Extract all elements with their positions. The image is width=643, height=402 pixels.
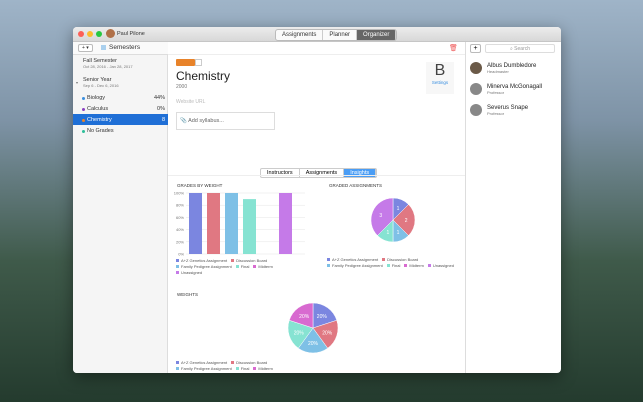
- slice-label: 20%: [322, 331, 333, 337]
- disclosure-icon[interactable]: ▾: [76, 80, 78, 85]
- insights-charts: 100%80%60%40%20%0%1211320%20%20%20%20%: [174, 191, 416, 354]
- y-tick-label: 100%: [174, 191, 185, 196]
- legend-item: Midterm: [253, 264, 273, 269]
- legend-item: Final: [235, 366, 249, 371]
- y-tick-label: 80%: [176, 203, 184, 208]
- y-tick-label: 40%: [176, 227, 184, 232]
- title-bar: Paul Pilone Assignments Planner Organize…: [73, 27, 561, 42]
- slice-label: 1: [387, 230, 390, 236]
- legend-item: Family Pedigree Assignment: [176, 264, 232, 269]
- slice-label: 20%: [294, 331, 305, 337]
- course-color-dot: [82, 118, 85, 122]
- instructor-item[interactable]: Albus Dumbledore Headmaster: [470, 60, 536, 76]
- user-avatar[interactable]: [106, 29, 115, 38]
- bar[interactable]: [225, 193, 238, 254]
- course-grade: 8: [161, 117, 165, 123]
- course-name: Biology: [87, 95, 106, 101]
- view-switcher: Assignments Planner Organizer: [275, 29, 398, 41]
- course-item[interactable]: No Grades: [73, 125, 168, 136]
- instructor-role: Professor: [487, 110, 505, 116]
- course-name: Chemistry: [87, 117, 112, 123]
- sidebar: + ▾ Semesters Fall Semester Oct 28, 2016 …: [73, 42, 168, 373]
- instructor-name: Minerva McGonagall: [487, 83, 543, 90]
- add-menu-button[interactable]: + ▾: [78, 44, 93, 52]
- slice-label: 20%: [308, 341, 319, 347]
- course-item[interactable]: Chemistry 8: [73, 114, 168, 125]
- instructor-item[interactable]: Minerva McGonagall Professor: [470, 81, 542, 97]
- bar[interactable]: [189, 193, 202, 254]
- slice-label: 1: [397, 230, 400, 236]
- course-grade: 0%: [157, 106, 165, 112]
- user-name: Paul Pilone: [117, 31, 145, 37]
- search-input[interactable]: ⌕ Search: [485, 44, 555, 53]
- tab-planner[interactable]: Planner: [323, 30, 358, 40]
- course-item[interactable]: Calculus 0%: [73, 103, 168, 114]
- legend-item: A+Z Genetics Assignment: [176, 258, 227, 263]
- legend-item: Family Pedigree Assignment: [327, 263, 383, 268]
- tab-organizer[interactable]: Organizer: [357, 30, 397, 40]
- legend-item: Discussion Board: [231, 258, 267, 263]
- legend-item: Final: [386, 263, 400, 268]
- folder-icon: [101, 45, 106, 50]
- app-window: Paul Pilone Assignments Planner Organize…: [73, 27, 561, 373]
- y-tick-label: 0%: [178, 252, 184, 257]
- course-detail: 🗑 Chemistry 2000 Website URL 📎 Add sylla…: [168, 42, 465, 373]
- bar[interactable]: [279, 193, 292, 254]
- semester-senior[interactable]: Senior Year Sep 6 - Dec 6, 2016: [83, 77, 119, 88]
- tab-assignments[interactable]: Assignments: [276, 30, 324, 40]
- search-placeholder: Search: [514, 46, 531, 52]
- legend-item: Discussion Board: [382, 257, 418, 262]
- avatar: [470, 83, 482, 95]
- instructor-role: Headmaster: [487, 68, 509, 74]
- legend-item: Midterm: [253, 366, 273, 371]
- zoom-button[interactable]: [96, 31, 102, 37]
- add-instructor-button[interactable]: +: [470, 44, 481, 53]
- avatar: [470, 62, 482, 74]
- legend-item: Unassigned: [427, 263, 454, 268]
- minimize-button[interactable]: [87, 31, 93, 37]
- legend-item: Discussion Board: [231, 360, 267, 365]
- legend-item: Midterm: [404, 263, 424, 268]
- y-tick-label: 20%: [176, 239, 184, 244]
- slice-label: 20%: [317, 314, 328, 320]
- legend-item: Unassigned: [176, 270, 202, 275]
- sidebar-header: Semesters: [109, 44, 141, 51]
- bar[interactable]: [243, 199, 256, 254]
- course-color-dot: [82, 107, 85, 111]
- slice-label: 20%: [299, 314, 310, 320]
- legend-item: Family Pedigree Assignment: [176, 366, 232, 371]
- course-name: Calculus: [87, 106, 109, 112]
- legend-item: A+Z Genetics Assignment: [176, 360, 227, 365]
- y-tick-label: 60%: [176, 215, 184, 220]
- instructor-item[interactable]: Severus Snape Professor: [470, 102, 528, 118]
- instructor-name: Albus Dumbledore: [487, 62, 537, 69]
- avatar: [470, 104, 482, 116]
- legend-item: Final: [235, 264, 249, 269]
- instructors-panel: + ⌕ Search Albus Dumbledore Headmaster Min…: [465, 42, 561, 373]
- slice-label: 3: [379, 213, 382, 219]
- close-button[interactable]: [78, 31, 84, 37]
- semester-fall[interactable]: Fall Semester Oct 28, 2016 - Jan 28, 2017: [83, 58, 133, 69]
- course-color-dot: [82, 129, 85, 133]
- instructor-name: Severus Snape: [487, 104, 529, 111]
- instructor-role: Professor: [487, 89, 505, 95]
- course-grade: 44%: [153, 95, 165, 101]
- course-color-dot: [82, 96, 85, 100]
- bar[interactable]: [207, 193, 220, 254]
- course-name: No Grades: [87, 128, 114, 134]
- course-item[interactable]: Biology 44%: [73, 92, 168, 103]
- legend-item: A+Z Genetics Assignment: [327, 257, 378, 262]
- slice-label: 2: [405, 218, 408, 224]
- slice-label: 1: [397, 206, 400, 212]
